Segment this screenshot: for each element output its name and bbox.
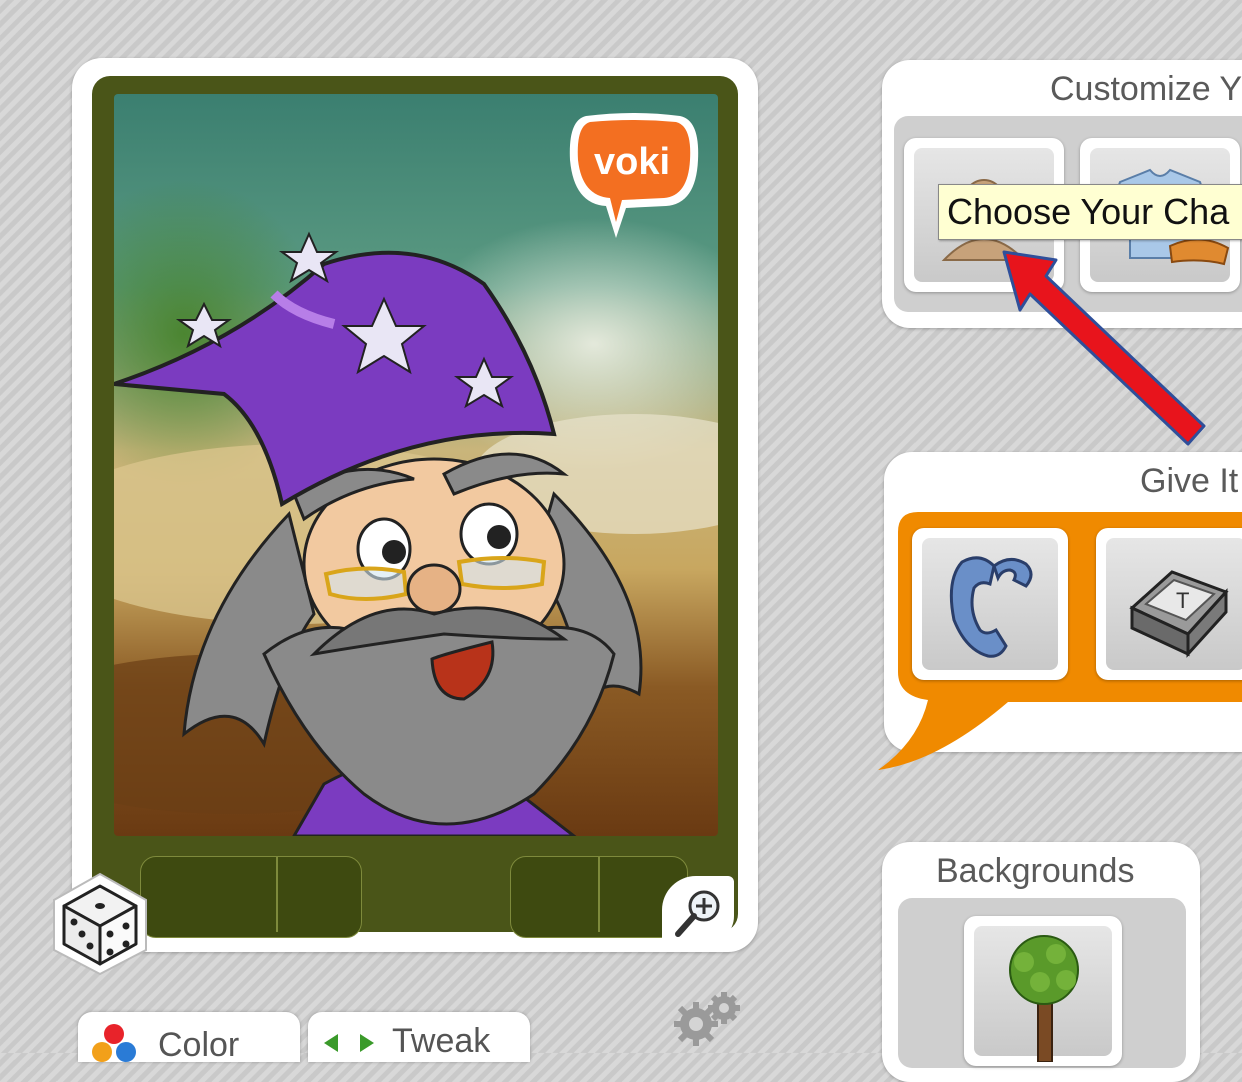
voki-logo-text: voki bbox=[594, 141, 670, 183]
tweak-tab[interactable]: Tweak bbox=[308, 1012, 530, 1062]
text-to-speech-tile[interactable]: T bbox=[1096, 528, 1242, 680]
player-divider bbox=[276, 856, 278, 932]
customize-panel-title: Customize Y bbox=[1050, 70, 1242, 108]
player-control-left[interactable] bbox=[140, 856, 362, 938]
color-dots-icon bbox=[92, 1024, 136, 1062]
phone-voice-tile[interactable] bbox=[912, 528, 1068, 680]
background-tile[interactable] bbox=[964, 916, 1122, 1066]
voice-panel-title: Give It bbox=[1140, 462, 1239, 500]
randomize-button[interactable] bbox=[48, 872, 152, 976]
color-tab[interactable]: Color bbox=[78, 1012, 300, 1064]
tweak-tab-label: Tweak bbox=[392, 1022, 491, 1060]
tree-icon bbox=[1009, 935, 1079, 1062]
phone-icon bbox=[949, 556, 1033, 658]
backgrounds-panel-title: Backgrounds bbox=[936, 852, 1135, 890]
color-tab-label: Color bbox=[158, 1026, 240, 1064]
svg-text:T: T bbox=[1176, 588, 1189, 613]
left-right-arrows-icon bbox=[324, 1034, 374, 1052]
player-divider bbox=[598, 856, 600, 932]
keyboard-key-icon: T bbox=[1129, 570, 1229, 658]
dice-icon bbox=[53, 872, 147, 976]
zoom-button[interactable] bbox=[662, 876, 734, 944]
annotation-arrow bbox=[1002, 250, 1206, 446]
voki-logo: voki bbox=[566, 110, 700, 240]
tooltip: Choose Your Cha bbox=[938, 184, 1242, 240]
settings-gears-icon[interactable] bbox=[670, 990, 746, 1050]
magnifier-zoom-icon bbox=[675, 890, 720, 937]
